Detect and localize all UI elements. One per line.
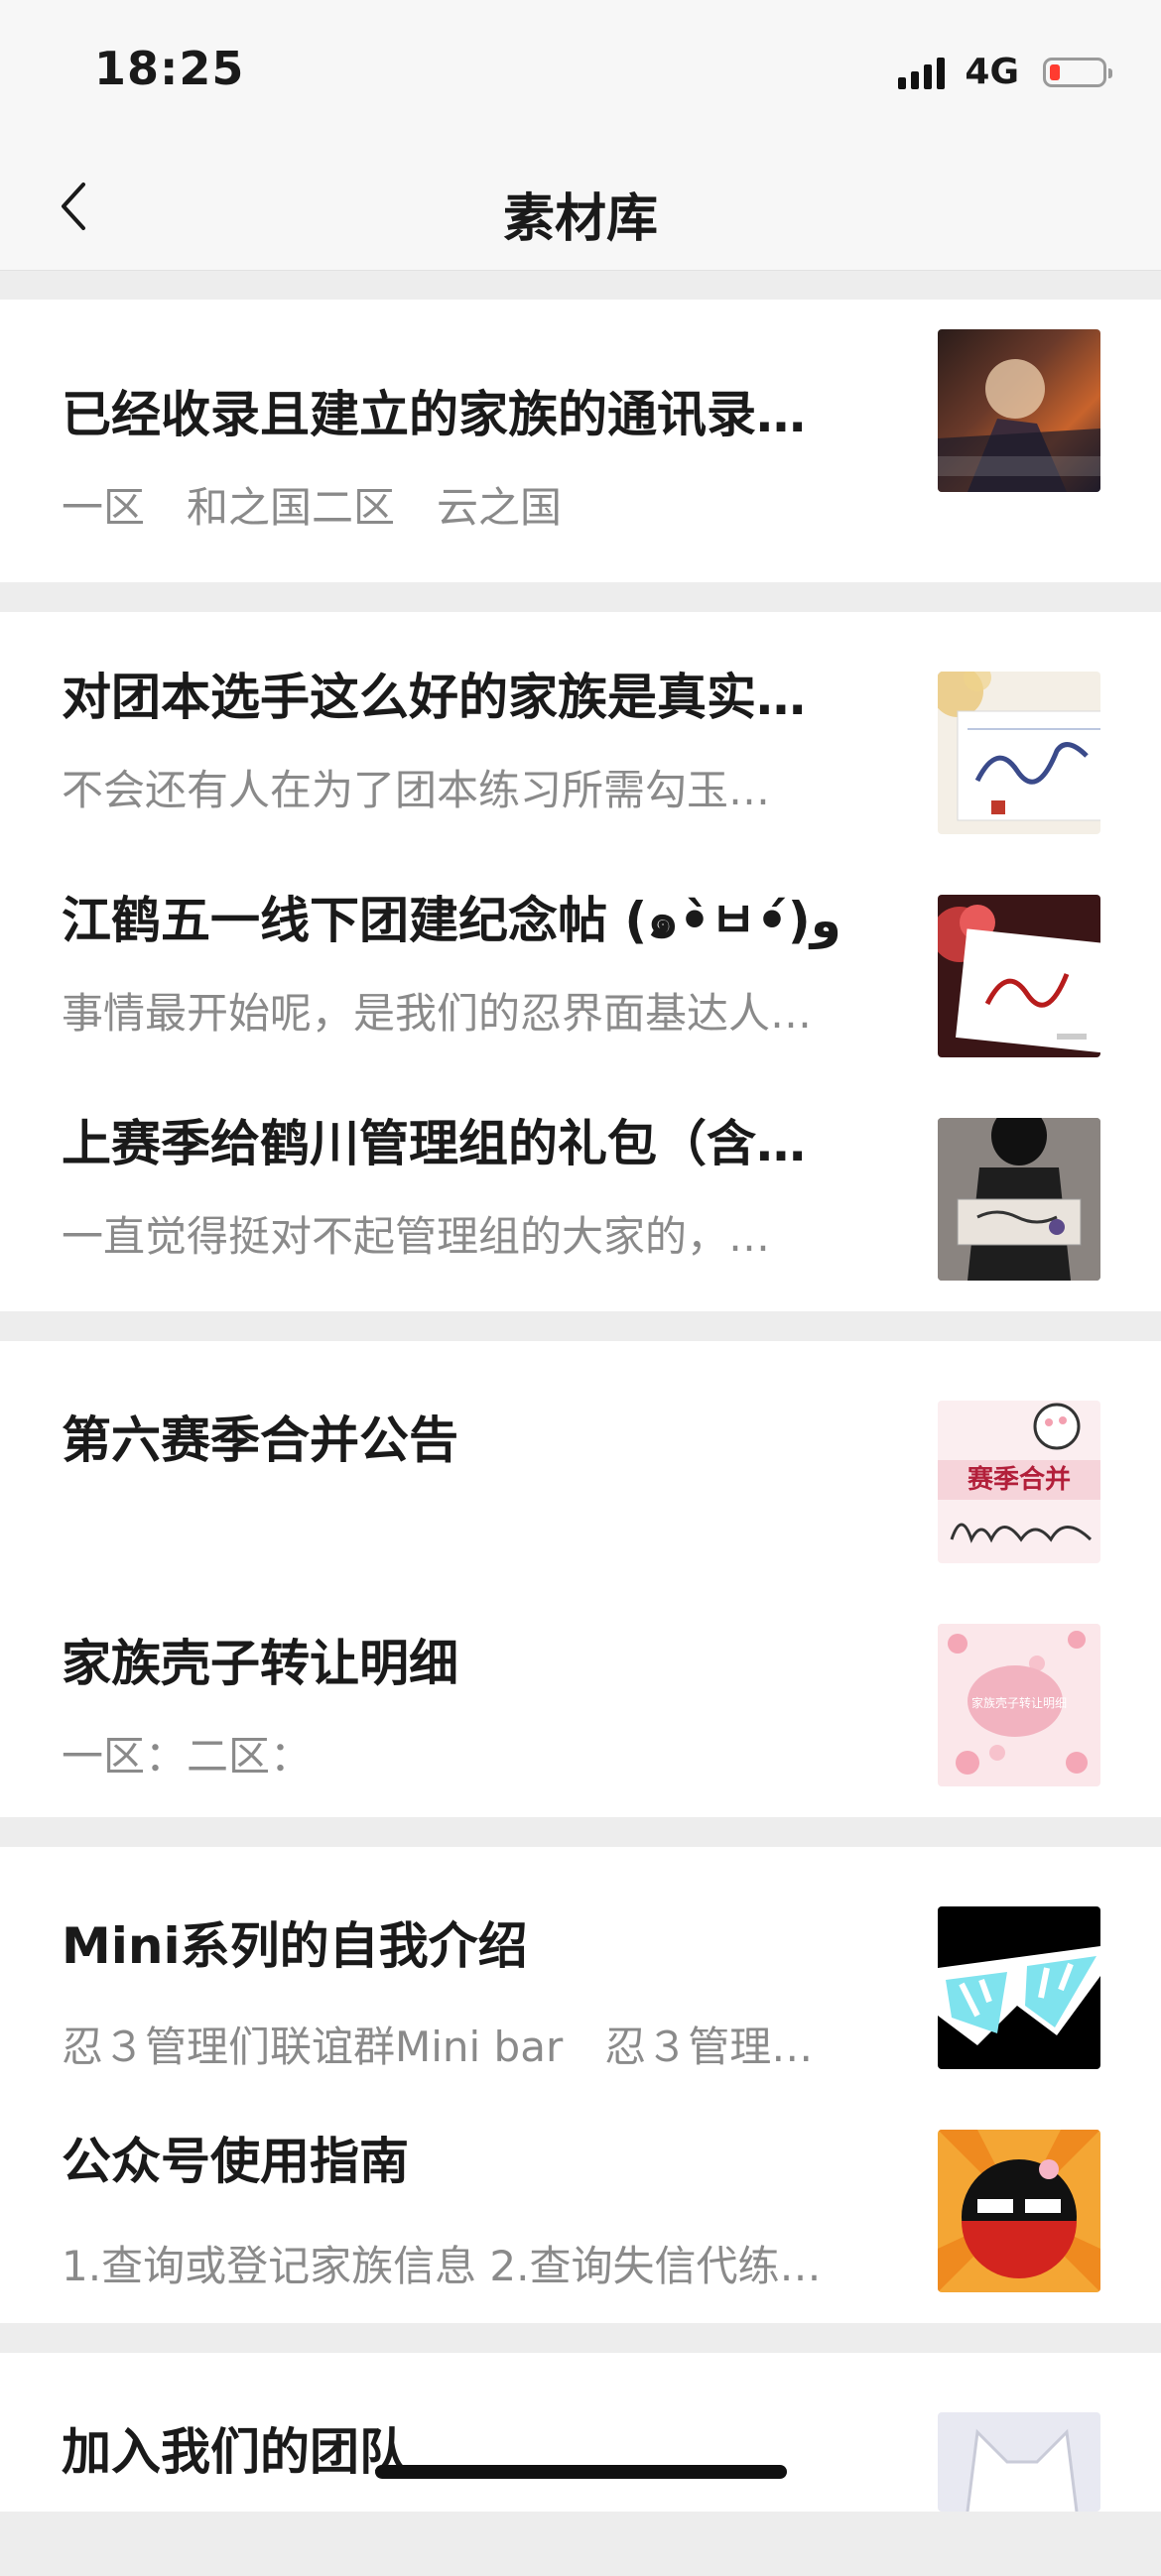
season-merge-thumbnail: 赛季合并	[938, 1401, 1100, 1563]
home-indicator[interactable]	[375, 2465, 787, 2479]
article-item[interactable]: 第六赛季合并公告 赛季合并	[0, 1341, 1161, 1564]
article-item[interactable]: 已经收录且建立的家族的通讯录… 一区 和之国二区 云之国	[0, 329, 1161, 552]
article-group-1: 已经收录且建立的家族的通讯录… 一区 和之国二区 云之国	[0, 300, 1161, 582]
article-desc: 一直觉得挺对不起管理组的大家的，…	[62, 1212, 771, 1261]
article-item[interactable]: 家族壳子转让明细 一区：二区： 家族壳子转让明细	[0, 1564, 1161, 1787]
thumbnail-text: 赛季合并	[967, 1464, 1071, 1495]
article-title: 家族壳子转让明细	[62, 1635, 458, 1692]
article-item[interactable]: 对团本选手这么好的家族是真实… 不会还有人在为了团本练习所需勾玉…	[0, 612, 1161, 835]
article-desc: 事情最开始呢，是我们的忍界面基达人…	[62, 989, 813, 1038]
battery-icon	[1043, 57, 1112, 87]
article-group-4: Mini系列的自我介绍 忍３管理们联谊群Mini bar 忍３管理… 公众号使用…	[0, 1847, 1161, 2323]
nav-bar: 素材库	[0, 149, 1161, 271]
red-calligraphy-thumbnail	[938, 895, 1100, 1057]
article-title: 公众号使用指南	[62, 2133, 409, 2190]
gift-photo-thumbnail	[938, 1118, 1100, 1281]
article-item[interactable]: Mini系列的自我介绍 忍３管理们联谊群Mini bar 忍３管理…	[0, 1847, 1161, 2071]
status-indicators: 4G	[898, 52, 1112, 92]
sakura-thumbnail: 家族壳子转让明细	[938, 1624, 1100, 1786]
article-group-5: 加入我们的团队	[0, 2353, 1161, 2512]
article-desc: 不会还有人在为了团本练习所需勾玉…	[62, 766, 771, 814]
thumbnail-text: 家族壳子转让明细	[971, 1695, 1067, 1710]
status-bar: 18:25 4G	[0, 0, 1161, 149]
article-title: 上赛季给鹤川管理组的礼包（含…	[62, 1115, 806, 1172]
ninja-mascot-thumbnail	[938, 2130, 1100, 2292]
article-item[interactable]: 江鹤五一线下团建纪念帖 (๑•̀ㅂ•́)و 事情最开始呢，是我们的忍界面基达人…	[0, 835, 1161, 1058]
page-title: 素材库	[502, 189, 658, 249]
article-title: 已经收录且建立的家族的通讯录…	[62, 386, 806, 443]
article-desc: 一区：二区：	[62, 1732, 313, 1780]
article-title: Mini系列的自我介绍	[62, 1917, 528, 1975]
article-group-2: 对团本选手这么好的家族是真实… 不会还有人在为了团本练习所需勾玉… 江鹤五一线下…	[0, 612, 1161, 1311]
article-group-3: 第六赛季合并公告 赛季合并 家族壳子转让明细 一区：二区： 家族壳子转让明细	[0, 1341, 1161, 1817]
article-desc: 1.查询或登记家族信息 2.查询失信代练…	[62, 2242, 822, 2290]
article-title: 江鹤五一线下团建纪念帖 (๑•̀ㅂ•́)و	[62, 892, 841, 949]
article-title: 对团本选手这么好的家族是真实…	[62, 669, 806, 726]
article-desc: 一区 和之国二区 云之国	[62, 483, 563, 532]
anime-fighter-thumbnail	[938, 329, 1100, 492]
article-item[interactable]: 公众号使用指南 1.查询或登记家族信息 2.查询失信代练…	[0, 2070, 1161, 2293]
signal-icon	[898, 56, 946, 89]
sunglasses-thumbnail	[938, 1906, 1100, 2069]
network-type: 4G	[965, 52, 1019, 92]
cat-outline-thumbnail	[938, 2412, 1100, 2512]
article-desc: 忍３管理们联谊群Mini bar 忍３管理…	[62, 2023, 814, 2071]
status-time: 18:25	[94, 42, 245, 95]
article-item[interactable]: 上赛季给鹤川管理组的礼包（含… 一直觉得挺对不起管理组的大家的，…	[0, 1058, 1161, 1282]
calligraphy-card-thumbnail	[938, 672, 1100, 834]
article-title: 第六赛季合并公告	[62, 1411, 458, 1469]
